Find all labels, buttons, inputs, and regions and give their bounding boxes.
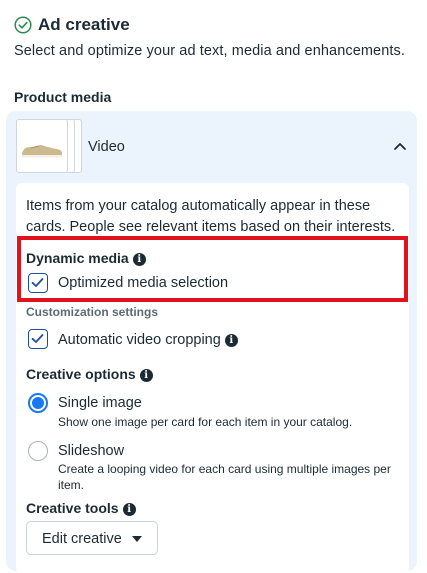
check-circle-icon (14, 16, 32, 34)
highlight-box (17, 236, 408, 302)
creative-options-heading: Creative options i (26, 366, 153, 384)
slideshow-description: Create a looping video for each card usi… (58, 462, 391, 492)
info-icon[interactable]: i (122, 503, 136, 516)
media-thumbnail-stack[interactable] (16, 119, 82, 173)
media-type-label: Video (88, 139, 125, 155)
info-icon[interactable]: i (132, 253, 146, 266)
shoe-image (22, 145, 62, 158)
single-image-radio[interactable] (28, 393, 48, 413)
caret-down-icon (132, 536, 142, 542)
check-icon (31, 278, 44, 287)
slideshow-title: Slideshow (58, 443, 125, 459)
chevron-up-icon[interactable] (393, 141, 407, 151)
video-cropping-label: Automatic video cropping (58, 332, 221, 348)
optimized-media-label: Optimized media selection (58, 275, 229, 291)
slideshow-radio[interactable] (28, 441, 48, 461)
creative-tools-heading: Creative tools i (26, 500, 136, 518)
product-media-label: Product media (14, 89, 112, 105)
single-image-title: Single image (58, 395, 142, 411)
catalog-info-text: Items from your catalog automatically ap… (26, 198, 396, 235)
optimized-media-checkbox[interactable] (28, 273, 48, 293)
edit-creative-label: Edit creative (42, 531, 122, 547)
page-subtitle: Select and optimize your ad text, media … (14, 43, 405, 59)
thumbnail-card-front (16, 119, 68, 173)
creative-tools-label: Creative tools (26, 500, 119, 516)
check-icon (31, 334, 44, 343)
page-title: Ad creative (38, 15, 130, 34)
creative-options-label: Creative options (26, 366, 136, 382)
single-image-description: Show one image per card for each item in… (58, 415, 353, 429)
info-icon[interactable]: i (139, 369, 153, 382)
dynamic-media-heading: Dynamic media i (26, 250, 146, 268)
video-cropping-checkbox[interactable] (28, 329, 48, 349)
edit-creative-button[interactable]: Edit creative (26, 521, 158, 555)
dynamic-media-label: Dynamic media (26, 250, 129, 266)
info-icon[interactable]: i (224, 334, 238, 347)
video-cropping-row: Automatic video cropping i (58, 331, 238, 349)
customization-settings-label: Customization settings (26, 305, 159, 319)
